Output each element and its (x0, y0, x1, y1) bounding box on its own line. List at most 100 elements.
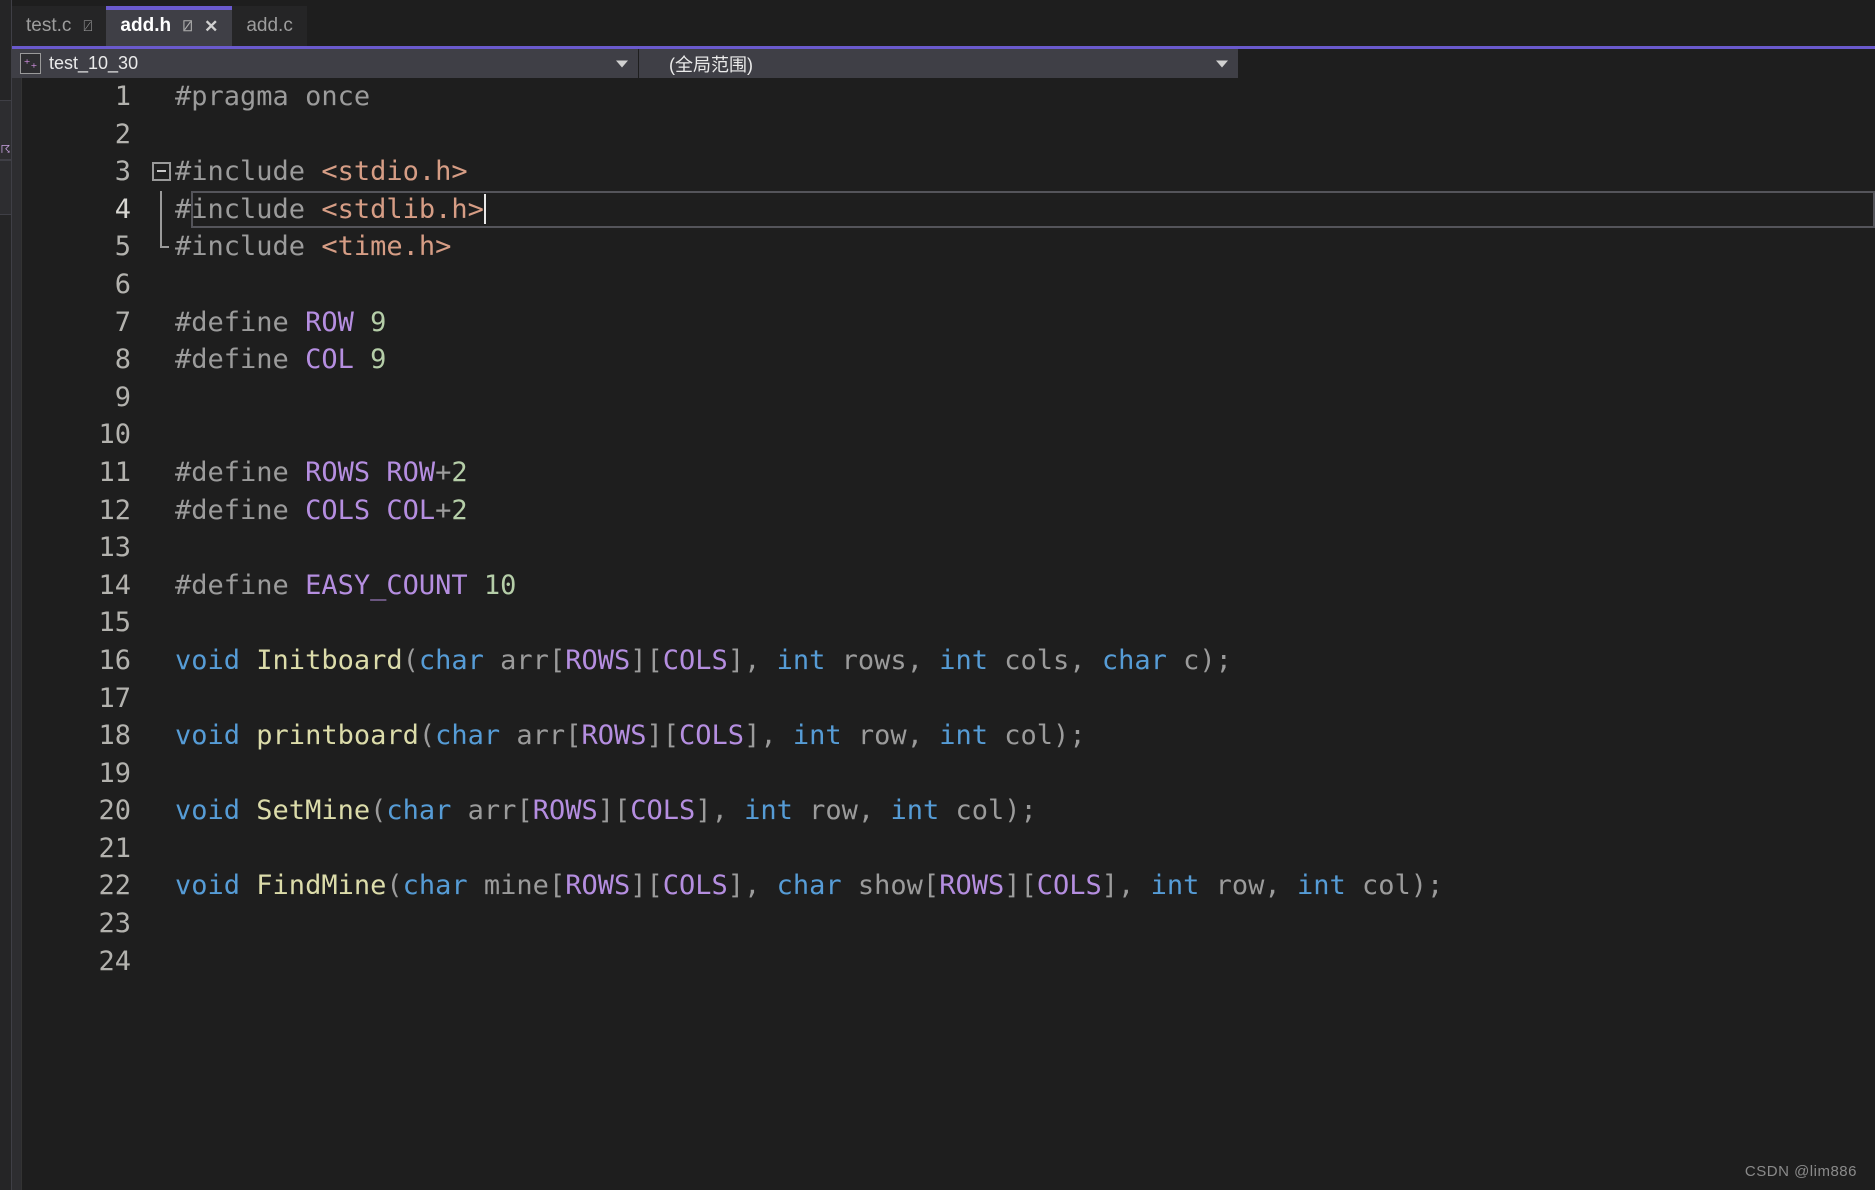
code-line-text: #pragma once (175, 81, 371, 112)
code-line[interactable]: 12 #define COLS COL+2 (51, 492, 1875, 530)
code-line[interactable]: 18 void printboard(char arr[ROWS][COLS], … (51, 717, 1875, 755)
left-tool-strip[interactable]: ☈ (0, 0, 12, 1190)
watermark: CSDN @lim886 (1744, 1163, 1857, 1180)
line-number: 20 (98, 795, 131, 827)
line-number: 3 (114, 156, 131, 188)
line-number: 2 (114, 118, 131, 150)
fold-column[interactable] (149, 153, 175, 191)
navigation-bar: ⁺₊ test_10_30 (全局范围) (12, 46, 1875, 78)
code-line[interactable]: 8 #define COL 9 (51, 341, 1875, 379)
tab-add-c[interactable]: add.c (232, 6, 307, 46)
left-strip-segment-lower[interactable] (0, 160, 11, 215)
line-number: 14 (98, 569, 131, 601)
chevron-down-icon[interactable] (1216, 60, 1228, 67)
fold-column (149, 379, 175, 417)
code-line[interactable]: 15 (51, 604, 1875, 642)
code-text-area[interactable]: 1 #pragma once 2 3 #include <stdio.h> 4 #inclu… (51, 78, 1875, 1190)
fold-column (149, 604, 175, 642)
code-line[interactable]: 11 #define ROWS ROW+2 (51, 454, 1875, 492)
code-line-text: #define ROW 9 (175, 306, 387, 338)
code-line[interactable]: 17 (51, 680, 1875, 718)
code-line[interactable]: 21 (51, 830, 1875, 868)
code-line[interactable]: 2 (51, 116, 1875, 154)
fold-column (149, 867, 175, 905)
tab-label: add.c (246, 15, 293, 36)
code-line[interactable]: 1 #pragma once (51, 78, 1875, 116)
code-line-text: void SetMine(char arr[ROWS][COLS], int r… (175, 795, 1037, 827)
fold-column (149, 416, 175, 454)
code-line[interactable]: 9 (51, 379, 1875, 417)
line-number: 5 (114, 231, 131, 263)
change-indicator-margin (12, 78, 22, 1190)
code-line-text: #define COLS COL+2 (175, 494, 468, 526)
close-icon[interactable]: ✕ (204, 18, 218, 35)
code-line-text: void printboard(char arr[ROWS][COLS], in… (175, 720, 1086, 752)
fold-column (149, 755, 175, 793)
member-scope-value: (全局范围) (669, 54, 753, 75)
code-line[interactable]: 4 #include <stdlib.h> (51, 190, 1875, 229)
tab-add-h[interactable]: add.h ⍁ ✕ (106, 6, 233, 46)
line-number: 18 (98, 720, 131, 752)
code-line-text: #include <stdio.h> (175, 156, 468, 188)
fold-column (149, 792, 175, 830)
code-line[interactable]: 20 void SetMine(char arr[ROWS][COLS], int… (51, 792, 1875, 830)
fold-column (149, 492, 175, 530)
chevron-down-icon[interactable] (616, 60, 628, 67)
code-line-text: #define COL 9 (175, 344, 387, 376)
fold-column (149, 680, 175, 718)
fold-column (149, 116, 175, 154)
text-caret (483, 194, 486, 225)
code-line[interactable]: 16 void Initboard(char arr[ROWS][COLS], i… (51, 642, 1875, 680)
line-number: 23 (98, 908, 131, 940)
toolbox-icon[interactable]: ☈ (0, 144, 11, 156)
code-editor[interactable]: 1 #pragma once 2 3 #include <stdio.h> 4 #inclu… (12, 78, 1875, 1190)
line-number: 17 (98, 682, 131, 714)
code-line[interactable]: 23 (51, 905, 1875, 943)
code-line[interactable]: 22 void FindMine(char mine[ROWS][COLS], c… (51, 867, 1875, 905)
line-number: 16 (98, 644, 131, 676)
project-scope-dropdown[interactable]: ⁺₊ test_10_30 (12, 49, 639, 78)
tab-label: test.c (26, 15, 72, 36)
fold-column (149, 341, 175, 379)
code-line[interactable]: 13 (51, 529, 1875, 567)
code-line[interactable]: 6 (51, 266, 1875, 304)
line-number: 7 (114, 306, 131, 338)
fold-column (149, 190, 175, 229)
code-line-text: void Initboard(char arr[ROWS][COLS], int… (175, 644, 1232, 676)
fold-region-bar (160, 190, 162, 229)
member-scope-dropdown[interactable]: (全局范围) (639, 49, 1239, 78)
code-line-text: #include <time.h> (175, 231, 452, 263)
navigation-bar-empty-space (1239, 49, 1875, 78)
project-file-icon: ⁺₊ (20, 53, 41, 74)
fold-column (149, 567, 175, 605)
code-line[interactable]: 24 (51, 943, 1875, 981)
collapse-region-icon[interactable] (152, 162, 171, 182)
pin-icon[interactable]: ⍁ (183, 19, 192, 34)
tab-test-c[interactable]: test.c ⍁ (12, 6, 107, 46)
line-number: 22 (98, 870, 131, 902)
gutter-track (23, 78, 51, 1190)
tab-bar-empty-space (306, 6, 1875, 46)
line-number: 8 (114, 344, 131, 376)
code-line[interactable]: 7 #define ROW 9 (51, 304, 1875, 342)
fold-column (149, 830, 175, 868)
line-number: 19 (98, 757, 131, 789)
fold-column (149, 529, 175, 567)
line-number: 15 (98, 607, 131, 639)
line-number: 12 (98, 494, 131, 526)
line-number: 10 (98, 419, 131, 451)
code-line[interactable]: 5 #include <time.h> (51, 228, 1875, 266)
fold-column (149, 905, 175, 943)
code-line[interactable]: 10 (51, 416, 1875, 454)
code-line[interactable]: 3 #include <stdio.h> (51, 153, 1875, 191)
fold-column (149, 78, 175, 116)
code-line[interactable]: 19 (51, 755, 1875, 793)
line-number: 6 (114, 268, 131, 300)
code-line[interactable]: 14 #define EASY_COUNT 10 (51, 567, 1875, 605)
code-line-text: #define EASY_COUNT 10 (175, 569, 517, 601)
line-number: 21 (98, 832, 131, 864)
fold-column (149, 943, 175, 981)
editor-tab-bar: test.c ⍁ add.h ⍁ ✕ add.c (12, 0, 1875, 46)
fold-column (149, 266, 175, 304)
pin-icon[interactable]: ⍁ (83, 19, 92, 34)
